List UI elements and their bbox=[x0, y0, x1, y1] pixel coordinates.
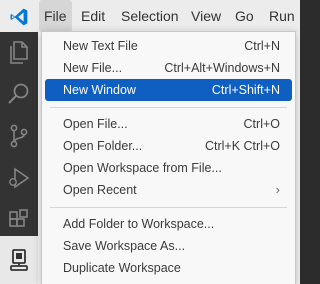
menu-item-open-folder[interactable]: Open Folder... Ctrl+K Ctrl+O bbox=[45, 135, 292, 157]
source-control-icon[interactable] bbox=[5, 122, 33, 150]
menu-item-label: New Text File bbox=[63, 39, 138, 53]
menu-run[interactable]: Run bbox=[264, 0, 300, 32]
menu-item-open-file[interactable]: Open File... Ctrl+O bbox=[45, 113, 292, 135]
menu-view[interactable]: View bbox=[186, 0, 226, 32]
menu-item-shortcut: Ctrl+Alt+Windows+N bbox=[164, 61, 280, 75]
menu-item-save-workspace-as[interactable]: Save Workspace As... bbox=[45, 235, 292, 257]
menu-item-label: New File... bbox=[63, 61, 123, 75]
explorer-icon[interactable] bbox=[5, 38, 33, 66]
menu-item-new-text-file[interactable]: New Text File Ctrl+N bbox=[45, 35, 292, 57]
menu-item-open-workspace[interactable]: Open Workspace from File... bbox=[45, 157, 292, 179]
search-icon[interactable] bbox=[5, 80, 33, 108]
menu-selection[interactable]: Selection bbox=[116, 0, 184, 32]
vscode-logo-icon[interactable] bbox=[9, 7, 29, 27]
menu-item-label: Open Workspace from File... bbox=[63, 161, 222, 175]
menu-item-open-recent[interactable]: Open Recent › bbox=[45, 179, 292, 201]
menu-item-shortcut: Ctrl+N bbox=[244, 39, 280, 53]
run-debug-icon[interactable] bbox=[5, 164, 33, 192]
menu-item-label: Open File... bbox=[63, 117, 128, 131]
menu-item-new-file[interactable]: New File... Ctrl+Alt+Windows+N bbox=[45, 57, 292, 79]
menu-item-label: Duplicate Workspace bbox=[63, 261, 181, 275]
menu-item-new-window[interactable]: New Window Ctrl+Shift+N bbox=[45, 79, 292, 101]
remote-icon[interactable] bbox=[5, 246, 33, 274]
menu-separator bbox=[50, 207, 287, 208]
menu-item-label: Save Workspace As... bbox=[63, 239, 186, 253]
menu-go[interactable]: Go bbox=[230, 0, 259, 32]
menu-item-label: New Window bbox=[63, 83, 136, 97]
menu-item-shortcut: Ctrl+Shift+N bbox=[211, 83, 280, 97]
menu-item-label: Open Folder... bbox=[63, 139, 143, 153]
menu-item-label: Open Recent bbox=[63, 183, 137, 197]
menu-item-shortcut: Ctrl+K Ctrl+O bbox=[204, 139, 280, 153]
activity-bar bbox=[0, 32, 38, 284]
chevron-right-icon: › bbox=[275, 182, 280, 197]
menu-file[interactable]: File bbox=[39, 0, 72, 32]
extensions-icon[interactable] bbox=[5, 206, 33, 234]
menu-item-shortcut: Ctrl+O bbox=[243, 117, 280, 131]
menu-item-duplicate-workspace[interactable]: Duplicate Workspace bbox=[45, 257, 292, 279]
file-menu-dropdown: New Text File Ctrl+N New File... Ctrl+Al… bbox=[41, 31, 296, 284]
menu-item-label: Add Folder to Workspace... bbox=[63, 217, 215, 231]
menu-separator bbox=[50, 107, 287, 108]
vscode-window: File Edit Selection View Go Run New Text… bbox=[0, 0, 300, 284]
title-bar: File Edit Selection View Go Run bbox=[0, 0, 300, 33]
menu-item-add-folder[interactable]: Add Folder to Workspace... bbox=[45, 213, 292, 235]
menu-edit[interactable]: Edit bbox=[76, 0, 110, 32]
